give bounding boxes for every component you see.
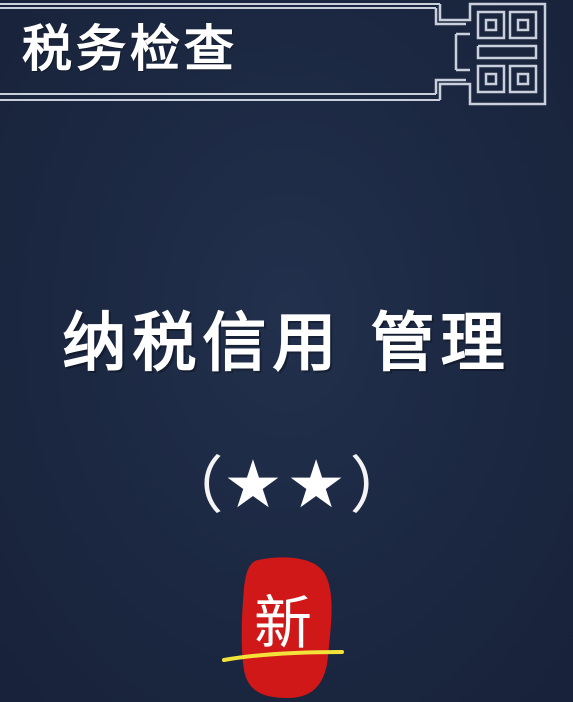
main-title: 纳税信用 管理	[62, 307, 511, 381]
new-stamp: 新	[218, 552, 348, 702]
rating-open-paren: （	[161, 449, 224, 522]
header-title: 税务检查	[22, 20, 238, 78]
stamp-text: 新	[253, 589, 312, 657]
rating-close-paren: ）	[349, 449, 412, 522]
page: 税务检查 纳税信用 管理 （★★） 新	[0, 0, 573, 702]
rating-stars: ★★	[223, 446, 350, 523]
fret-ornament	[434, 2, 547, 106]
credit-rating: （★★）	[0, 440, 573, 531]
